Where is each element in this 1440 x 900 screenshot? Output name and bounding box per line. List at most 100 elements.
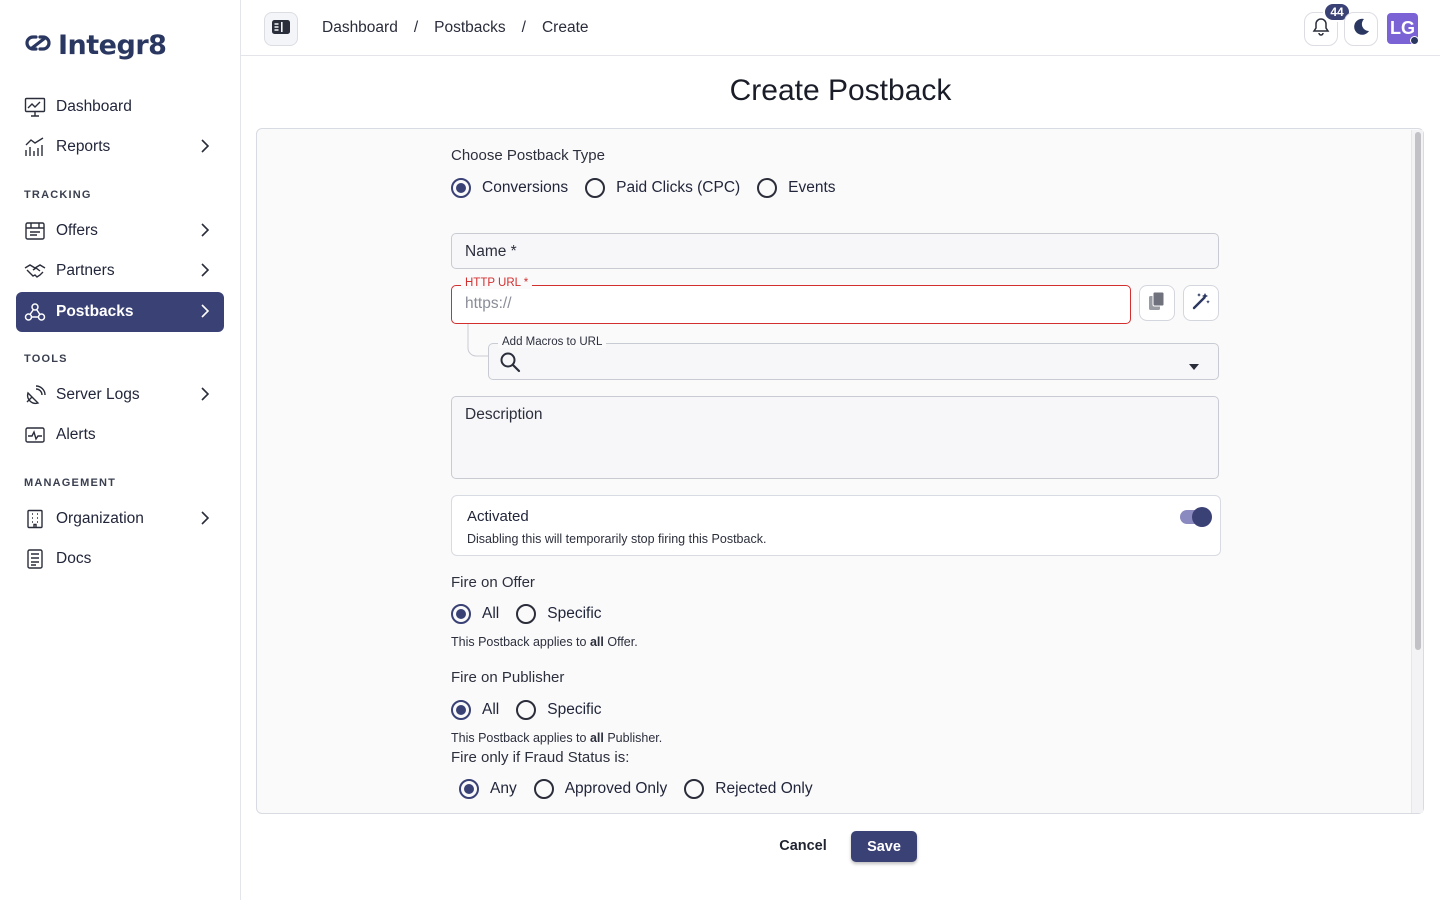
radio-fraud-approved[interactable]: Approved Only xyxy=(533,779,667,799)
sidebar-item-docs[interactable]: Docs xyxy=(16,539,224,579)
radio-events[interactable]: Events xyxy=(757,178,836,198)
sidebar-item-label: Organization xyxy=(56,510,144,527)
macros-select[interactable] xyxy=(488,343,1219,380)
theme-toggle-button[interactable] xyxy=(1344,12,1378,46)
magic-wand-button[interactable] xyxy=(1183,285,1219,321)
sidebar-item-label: Offers xyxy=(56,222,98,239)
sidebar-item-label: Partners xyxy=(56,262,115,279)
handshake-icon xyxy=(24,260,46,282)
radio-unchecked-icon[interactable] xyxy=(516,604,537,624)
link-icon xyxy=(24,32,54,59)
radio-conversions[interactable]: Conversions xyxy=(451,178,568,198)
fire-offer-help: This Postback applies to all Offer. xyxy=(451,635,638,649)
app-logo[interactable]: Integr8 xyxy=(24,30,167,61)
radio-offer-all[interactable]: All xyxy=(451,604,499,624)
fraud-status-radio-group: Any Approved Only Rejected Only xyxy=(459,779,830,799)
sidebar-toggle-button[interactable] xyxy=(264,12,298,46)
sidebar-item-partners[interactable]: Partners xyxy=(16,251,224,291)
app-name: Integr8 xyxy=(58,30,167,61)
breadcrumb: Dashboard / Postbacks / Create xyxy=(322,19,589,37)
document-icon xyxy=(24,548,46,570)
radio-fraud-any[interactable]: Any xyxy=(459,779,517,799)
save-button[interactable]: Save xyxy=(851,831,917,862)
chevron-right-icon xyxy=(200,511,210,530)
breadcrumb-dashboard[interactable]: Dashboard xyxy=(322,19,398,37)
description-label: Description xyxy=(465,406,543,423)
section-label-management: MANAGEMENT xyxy=(24,477,117,489)
sidebar-item-organization[interactable]: Organization xyxy=(16,499,224,539)
fire-offer-label: Fire on Offer xyxy=(451,574,535,591)
activated-toggle[interactable] xyxy=(1180,507,1212,527)
radio-label: Specific xyxy=(547,701,602,718)
copy-icon xyxy=(1148,291,1166,316)
activated-title: Activated xyxy=(467,508,529,525)
fire-publisher-help: This Postback applies to all Publisher. xyxy=(451,731,663,745)
radio-publisher-all[interactable]: All xyxy=(451,700,499,720)
radio-label: Conversions xyxy=(482,179,569,196)
panel-scrollbar[interactable] xyxy=(1411,130,1423,813)
fire-offer-radio-group: All Specific xyxy=(451,604,619,624)
radio-label: Rejected Only xyxy=(715,780,813,797)
sidebar-item-server-logs[interactable]: Server Logs xyxy=(16,375,224,415)
satellite-dish-icon xyxy=(24,384,46,406)
sidebar-item-offers[interactable]: Offers xyxy=(16,211,224,251)
activated-card: Activated Disabling this will temporaril… xyxy=(451,495,1221,556)
radio-label: Any xyxy=(490,780,517,797)
breadcrumb-separator: / xyxy=(521,19,526,36)
radio-label: All xyxy=(482,605,500,622)
scrollbar-thumb[interactable] xyxy=(1415,132,1421,650)
chevron-right-icon xyxy=(200,387,210,406)
search-icon xyxy=(499,351,521,378)
sidebar-item-alerts[interactable]: Alerts xyxy=(16,415,224,455)
page-title: Create Postback xyxy=(729,74,952,107)
sidebar-item-postbacks[interactable]: Postbacks xyxy=(16,292,224,332)
radio-checked-icon[interactable] xyxy=(451,178,471,198)
radio-unchecked-icon[interactable] xyxy=(585,178,606,198)
activated-help: Disabling this will temporarily stop fir… xyxy=(467,532,767,546)
cancel-button[interactable]: Cancel xyxy=(768,832,838,860)
radio-checked-icon[interactable] xyxy=(451,604,471,624)
radio-checked-icon[interactable] xyxy=(459,779,479,799)
postback-type-label: Choose Postback Type xyxy=(451,147,605,164)
radio-unchecked-icon[interactable] xyxy=(757,178,778,198)
breadcrumb-postbacks[interactable]: Postbacks xyxy=(434,19,506,37)
fire-publisher-label: Fire on Publisher xyxy=(451,669,565,686)
postback-type-radio-group: Conversions Paid Clicks (CPC) Events xyxy=(451,178,853,198)
section-label-tracking: TRACKING xyxy=(24,189,92,201)
sidebar-item-label: Docs xyxy=(56,550,92,567)
breadcrumb-separator: / xyxy=(413,19,419,36)
section-label-tools: TOOLS xyxy=(24,353,68,365)
sidebar-toggle-icon xyxy=(271,19,291,40)
name-field[interactable] xyxy=(451,233,1219,269)
radio-unchecked-icon[interactable] xyxy=(533,779,554,799)
chevron-right-icon xyxy=(200,263,210,282)
sidebar: Integr8 Dashboard Reports TRACKING Offer… xyxy=(0,0,241,900)
http-url-field[interactable] xyxy=(451,285,1131,324)
radio-label: Events xyxy=(788,179,836,196)
monitor-chart-icon xyxy=(24,96,46,118)
radio-paid-clicks[interactable]: Paid Clicks (CPC) xyxy=(585,178,740,198)
copy-url-button[interactable] xyxy=(1139,285,1175,321)
radio-unchecked-icon[interactable] xyxy=(516,700,537,720)
radio-unchecked-icon[interactable] xyxy=(684,779,705,799)
description-field[interactable] xyxy=(451,396,1219,479)
name-field-label: Name * xyxy=(465,243,517,260)
sidebar-item-reports[interactable]: Reports xyxy=(16,127,224,167)
toggle-knob[interactable] xyxy=(1192,507,1212,527)
sidebar-item-label: Server Logs xyxy=(56,386,140,403)
radio-checked-icon[interactable] xyxy=(451,700,471,720)
magic-wand-icon xyxy=(1191,291,1211,316)
macros-label: Add Macros to URL xyxy=(498,336,607,348)
radio-offer-specific[interactable]: Specific xyxy=(516,604,602,624)
radio-label: All xyxy=(482,701,500,718)
sidebar-item-label: Postbacks xyxy=(56,303,134,320)
radio-label: Paid Clicks (CPC) xyxy=(616,179,741,196)
radio-fraud-rejected[interactable]: Rejected Only xyxy=(684,779,813,799)
dropdown-arrow-icon[interactable] xyxy=(1188,358,1200,376)
sidebar-item-label: Reports xyxy=(56,138,111,155)
bar-chart-icon xyxy=(24,136,46,158)
radio-publisher-specific[interactable]: Specific xyxy=(516,700,602,720)
http-url-label: HTTP URL * xyxy=(461,277,533,289)
sidebar-item-dashboard[interactable]: Dashboard xyxy=(16,87,224,127)
sidebar-item-label: Dashboard xyxy=(56,98,132,115)
